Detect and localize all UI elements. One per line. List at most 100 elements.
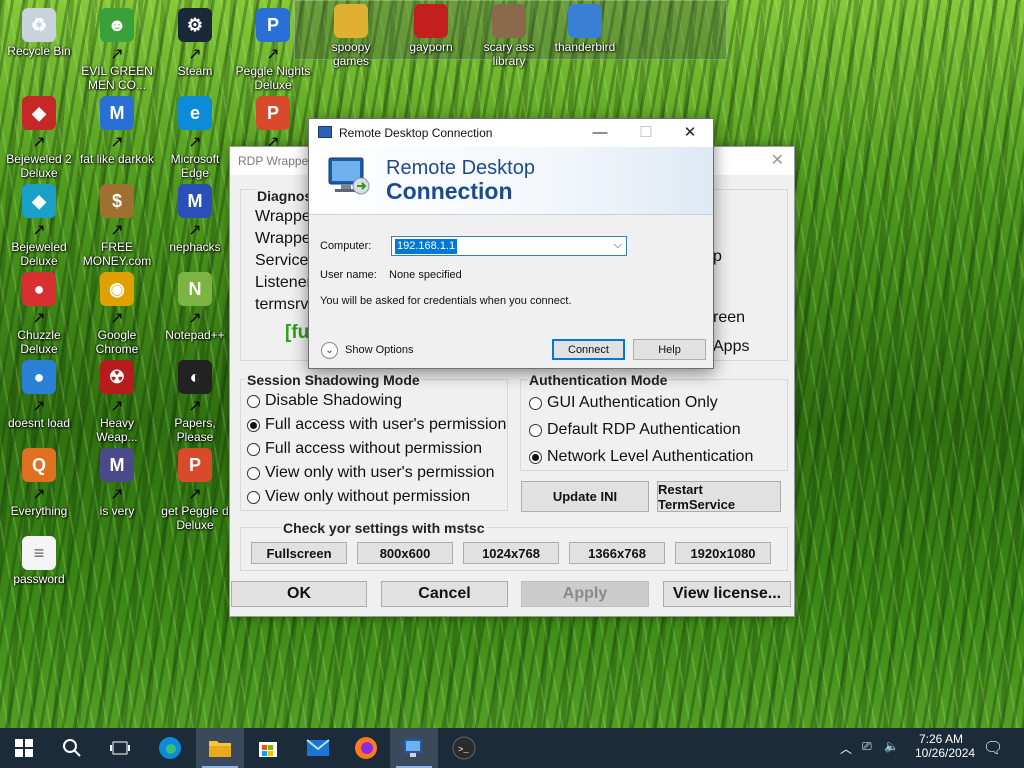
desktop-icon[interactable]: ◉ ↗ Google Chrome	[78, 272, 156, 356]
store-taskbar-icon[interactable]	[244, 728, 292, 768]
desktop-icon-label: nephacks	[169, 240, 221, 254]
rdc-titlebar[interactable]: Remote Desktop Connection — ☐ ✕	[309, 119, 713, 147]
radio-disable-shadowing[interactable]: Disable Shadowing	[247, 392, 402, 410]
desktop-icon[interactable]: ♻ Recycle Bin	[0, 8, 78, 58]
desktop-icon[interactable]: P ↗ Peggle Nights Deluxe	[234, 8, 312, 92]
1920x1080-button[interactable]: 1920x1080	[675, 542, 771, 564]
shortcut-arrow-icon: ↗	[188, 134, 202, 151]
desktop-icon[interactable]: ● ↗ Chuzzle Deluxe	[0, 272, 78, 356]
desktop-icon[interactable]: $ ↗ FREE MONEY.com	[78, 184, 156, 268]
desktop-icon[interactable]: ◆ ↗ Bejeweled 2 Deluxe	[0, 96, 78, 180]
desktop-icon-label: EVIL GREEN MEN CO...	[81, 64, 153, 92]
desktop-icon[interactable]: ☢ ↗ Heavy Weap...	[78, 360, 156, 444]
search-icon[interactable]	[48, 728, 96, 768]
connect-button[interactable]: Connect	[552, 339, 625, 360]
ok-button[interactable]: OK	[231, 581, 367, 607]
desktop-icon[interactable]: P ↗ get Peggle d Deluxe	[156, 448, 234, 532]
radio-full-access-permission[interactable]: Full access with user's permission	[247, 416, 506, 434]
1024x768-button[interactable]: 1024x768	[463, 542, 559, 564]
desktop-icon-label: Google Chrome	[95, 328, 139, 356]
close-icon[interactable]: ✕	[675, 123, 705, 143]
radio-dot	[529, 423, 542, 437]
fullscreen-button[interactable]: Fullscreen	[251, 542, 347, 564]
monitor-icon	[328, 157, 370, 195]
desktop-icon-label: Heavy Weap...	[96, 416, 138, 444]
shortcut-arrow-icon: ↗	[266, 46, 280, 63]
mstsc-group: Check yor settings with mstsc Fullscreen…	[240, 520, 788, 571]
help-button[interactable]: Help	[633, 339, 706, 360]
desktop-icon[interactable]: ⚙ ↗ Steam	[156, 8, 234, 78]
chevron-up-icon[interactable]: ︿	[840, 740, 852, 757]
desktop-icon[interactable]: M ↗ fat like darkok	[78, 96, 156, 166]
desktop-icon[interactable]: M ↗ nephacks	[156, 184, 234, 254]
edge-taskbar-icon[interactable]	[146, 728, 194, 768]
desktop-icon[interactable]: thanderbird	[546, 4, 624, 54]
expand-options-icon[interactable]: ⌄	[321, 342, 338, 359]
radio-default-rdp-auth[interactable]: Default RDP Authentication	[529, 421, 741, 439]
file-explorer-taskbar-icon[interactable]	[196, 728, 244, 768]
chevron-down-icon[interactable]: ⌵	[614, 239, 622, 252]
1366x768-button[interactable]: 1366x768	[569, 542, 665, 564]
shortcut-arrow-icon: ↗	[110, 398, 124, 415]
desktop-icon[interactable]: N ↗ Notepad++	[156, 272, 234, 342]
computer-combobox[interactable]: 192.168.1.1 ⌵	[391, 236, 627, 256]
clock[interactable]: 7:26 AM 10/26/2024	[915, 732, 975, 760]
notification-icon[interactable]: 🗨	[983, 738, 1003, 758]
desktop-icon[interactable]: gayporn	[392, 4, 470, 54]
desktop-icon[interactable]: ≡ password	[0, 536, 78, 586]
close-icon[interactable]: ✕	[771, 147, 784, 175]
radio-label: GUI Authentication Only	[547, 394, 718, 411]
volume-icon[interactable]: 🔈	[884, 739, 899, 753]
terminal-taskbar-icon[interactable]: >_	[440, 728, 488, 768]
rdc-taskbar-icon[interactable]	[390, 728, 438, 768]
everything-icon: Q	[22, 448, 56, 482]
radio-dot	[247, 394, 260, 408]
thunderbird-icon	[568, 4, 602, 38]
desktop-icon[interactable]: M ↗ is very	[78, 448, 156, 518]
peggle-deluxe-icon: P	[178, 448, 212, 482]
apply-button[interactable]: Apply	[521, 581, 649, 607]
flash-icon	[414, 4, 448, 38]
800x600-button[interactable]: 800x600	[357, 542, 453, 564]
computer-input[interactable]: 192.168.1.1	[395, 239, 458, 254]
desktop-icon-label: get Peggle d Deluxe	[161, 504, 229, 532]
desktop-icon[interactable]: ☻ ↗ EVIL GREEN MEN CO...	[78, 8, 156, 92]
task-view-icon[interactable]	[96, 728, 144, 768]
shortcut-arrow-icon: ↗	[110, 486, 124, 503]
shortcut-arrow-icon: ↗	[32, 486, 46, 503]
radio-gui-auth[interactable]: GUI Authentication Only	[529, 394, 718, 412]
radio-view-only-permission[interactable]: View only with user's permission	[247, 464, 495, 482]
rdp-wrapper-title: RDP Wrapper	[238, 154, 313, 168]
desktop-icon-label: gayporn	[409, 40, 453, 54]
shortcut-arrow-icon: ↗	[32, 222, 46, 239]
start-button[interactable]	[0, 728, 48, 768]
desktop-icon[interactable]: e ↗ Microsoft Edge	[156, 96, 234, 180]
radio-nla-auth[interactable]: Network Level Authentication	[529, 448, 753, 466]
desktop-icon[interactable]: ◆ ↗ Bejeweled Deluxe	[0, 184, 78, 268]
desktop-icon[interactable]: Q ↗ Everything	[0, 448, 78, 518]
rdc-title: Remote Desktop Connection	[339, 126, 493, 140]
desktop-icon-label: Peggle Nights Deluxe	[235, 64, 311, 92]
restart-termservice-button[interactable]: Restart TermService	[657, 481, 781, 512]
desktop-icon[interactable]: ● ↗ doesnt load	[0, 360, 78, 430]
clock-time: 7:26 AM	[918, 732, 964, 746]
network-icon[interactable]: ⎚	[862, 739, 872, 754]
update-ini-button[interactable]: Update INI	[521, 481, 649, 512]
minimize-icon[interactable]: —	[585, 123, 615, 143]
view-license-button[interactable]: View license...	[663, 581, 791, 607]
mail-taskbar-icon[interactable]	[294, 728, 342, 768]
firefox-taskbar-icon[interactable]	[342, 728, 390, 768]
shortcut-arrow-icon: ↗	[188, 398, 202, 415]
radio-full-access-no-permission[interactable]: Full access without permission	[247, 440, 482, 458]
desktop-icon[interactable]: scary ass library	[470, 4, 548, 68]
shortcut-arrow-icon: ↗	[188, 486, 202, 503]
cancel-button[interactable]: Cancel	[381, 581, 508, 607]
radio-view-only-no-permission[interactable]: View only without permission	[247, 488, 470, 506]
desktop-icon[interactable]: ◐ ↗ Papers, Please	[156, 360, 234, 444]
desktop-icon[interactable]: spoopy games	[312, 4, 390, 68]
radio-dot	[247, 490, 260, 504]
bejeweled-deluxe-icon: ◆	[22, 184, 56, 218]
green-men-icon: ☻	[100, 8, 134, 42]
shortcut-arrow-icon: ↗	[110, 310, 124, 327]
show-options-link[interactable]: Show Options	[345, 344, 413, 356]
